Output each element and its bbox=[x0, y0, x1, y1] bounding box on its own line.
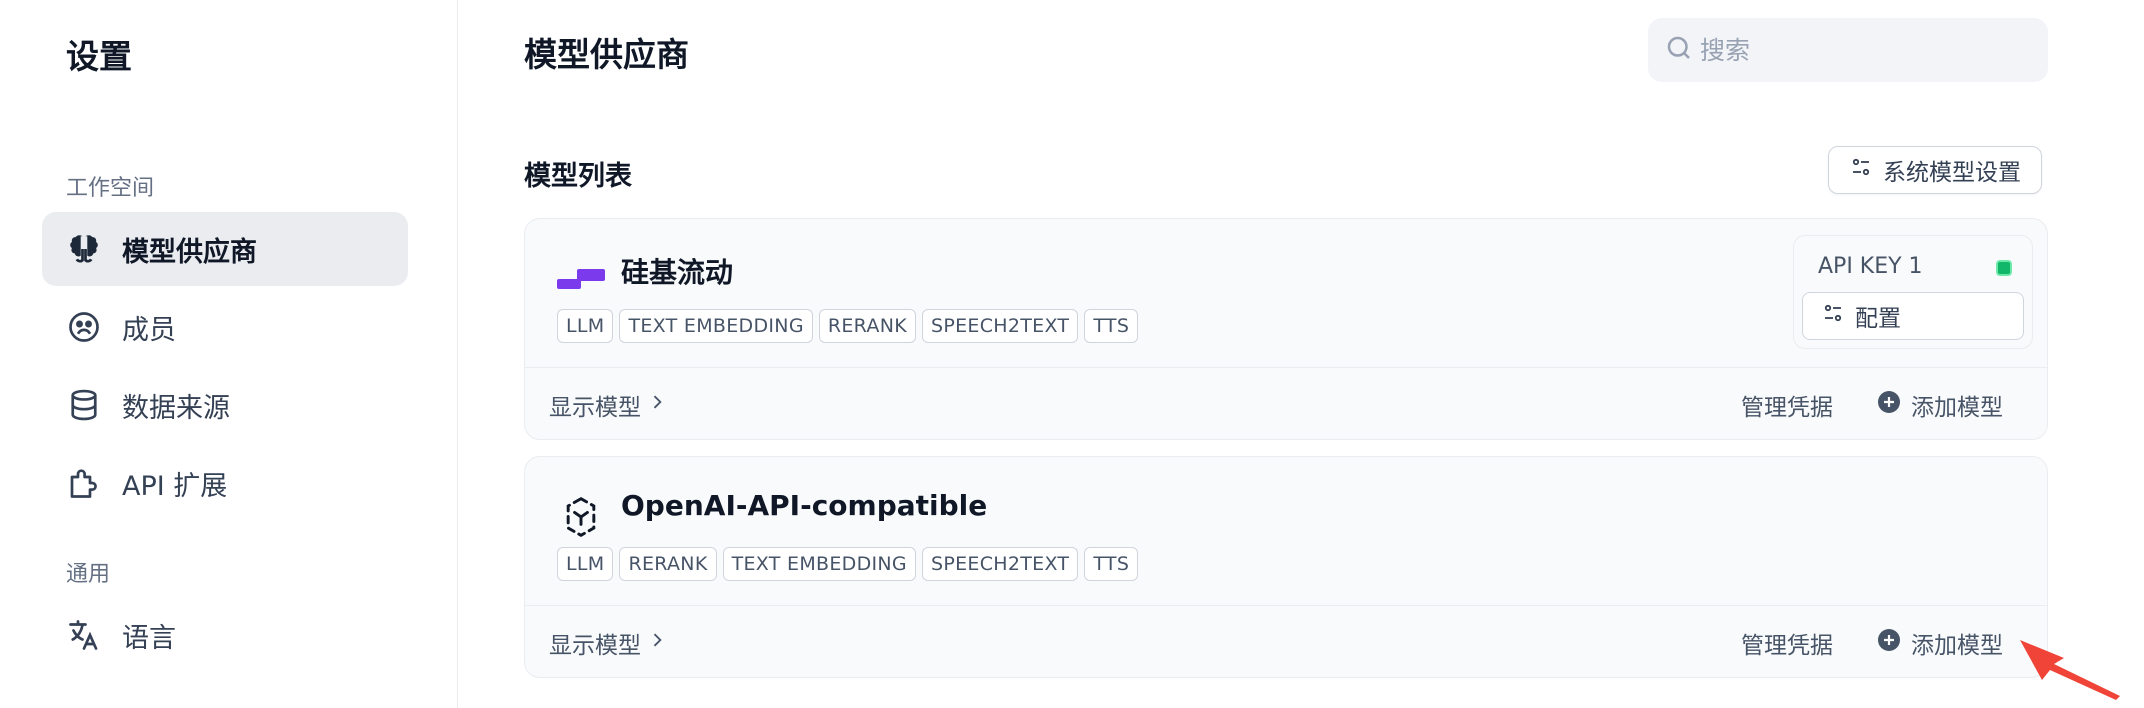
plus-circle-icon bbox=[1877, 628, 1911, 658]
members-icon bbox=[66, 309, 102, 345]
plus-circle-icon bbox=[1877, 390, 1911, 420]
system-model-settings-button[interactable]: 系统模型设置 bbox=[1828, 146, 2042, 194]
sidebar-item-api-extension[interactable]: API 扩展 bbox=[42, 446, 408, 520]
manage-credentials-button[interactable]: 管理凭据 bbox=[1741, 388, 1833, 422]
show-models-label: 显示模型 bbox=[549, 395, 641, 421]
api-key-label: API KEY 1 bbox=[1818, 254, 1923, 279]
openai-compatible-logo-icon bbox=[557, 493, 605, 541]
sidebar-item-label: 数据来源 bbox=[122, 392, 230, 424]
api-key-status-indicator bbox=[1996, 260, 2012, 276]
system-model-settings-label: 系统模型设置 bbox=[1883, 159, 2021, 185]
config-button[interactable]: 配置 bbox=[1802, 292, 2024, 340]
add-model-button[interactable]: 添加模型 bbox=[1877, 626, 2003, 660]
sidebar-item-label: 成员 bbox=[122, 314, 176, 346]
provider-name: 硅基流动 bbox=[621, 256, 734, 289]
model-type-tags: LLM RERANK TEXT EMBEDDING SPEECH2TEXT TT… bbox=[557, 547, 1139, 581]
show-models-link[interactable]: 显示模型 bbox=[549, 388, 667, 422]
add-model-label: 添加模型 bbox=[1911, 633, 2003, 659]
model-type-tag: TTS bbox=[1084, 309, 1139, 343]
chevron-right-icon bbox=[641, 392, 667, 418]
model-type-tag: RERANK bbox=[619, 547, 717, 581]
add-model-button[interactable]: 添加模型 bbox=[1877, 388, 2003, 422]
brain-icon bbox=[66, 231, 102, 267]
settings-sliders-icon bbox=[1821, 301, 1855, 331]
sidebar-item-model-provider[interactable]: 模型供应商 bbox=[42, 212, 408, 286]
settings-sliders-icon bbox=[1849, 155, 1883, 185]
provider-card-openai-compatible: OpenAI-API-compatible LLM RERANK TEXT EM… bbox=[524, 456, 2048, 678]
search-icon bbox=[1664, 33, 1700, 67]
search-box[interactable] bbox=[1648, 18, 2048, 82]
show-models-link[interactable]: 显示模型 bbox=[549, 626, 667, 660]
model-type-tag: TEXT EMBEDDING bbox=[619, 309, 813, 343]
model-list-title: 模型列表 bbox=[524, 161, 632, 192]
model-type-tag: TTS bbox=[1084, 547, 1139, 581]
model-type-tag: TEXT EMBEDDING bbox=[722, 547, 916, 581]
main-content: 模型供应商 模型列表 系统模型设置 硅基流动 LLM TEXT EMBEDDIN… bbox=[458, 0, 2144, 708]
puzzle-icon bbox=[66, 465, 102, 501]
sidebar-item-label: API 扩展 bbox=[122, 470, 228, 502]
sidebar-item-language[interactable]: 语言 bbox=[42, 598, 408, 672]
config-label: 配置 bbox=[1855, 305, 1901, 331]
section-label-general: 通用 bbox=[66, 562, 111, 587]
translate-icon bbox=[66, 617, 102, 653]
manage-credentials-button[interactable]: 管理凭据 bbox=[1741, 626, 1833, 660]
siliconflow-logo-icon bbox=[557, 255, 605, 303]
api-key-panel: API KEY 1 配置 bbox=[1793, 235, 2033, 349]
sidebar-item-data-source[interactable]: 数据来源 bbox=[42, 368, 408, 442]
search-input[interactable] bbox=[1700, 35, 2020, 65]
section-label-workspace: 工作空间 bbox=[66, 176, 155, 201]
model-type-tag: SPEECH2TEXT bbox=[921, 547, 1079, 581]
show-models-label: 显示模型 bbox=[549, 633, 641, 659]
annotation-arrow-icon bbox=[2016, 636, 2126, 702]
model-type-tag: LLM bbox=[557, 547, 614, 581]
database-icon bbox=[66, 387, 102, 423]
sidebar-item-members[interactable]: 成员 bbox=[42, 290, 408, 364]
chevron-right-icon bbox=[641, 630, 667, 656]
model-type-tags: LLM TEXT EMBEDDING RERANK SPEECH2TEXT TT… bbox=[557, 309, 1139, 343]
provider-card-siliconflow: 硅基流动 LLM TEXT EMBEDDING RERANK SPEECH2TE… bbox=[524, 218, 2048, 440]
sidebar-title: 设置 bbox=[66, 37, 132, 76]
model-type-tag: SPEECH2TEXT bbox=[921, 309, 1079, 343]
model-type-tag: RERANK bbox=[818, 309, 916, 343]
sidebar-item-label: 模型供应商 bbox=[122, 236, 257, 268]
sidebar-item-label: 语言 bbox=[122, 622, 176, 654]
settings-sidebar: 设置 工作空间 模型供应商 成员 数据来源 API 扩展 通用 语言 bbox=[0, 0, 458, 708]
page-title: 模型供应商 bbox=[524, 35, 689, 74]
model-type-tag: LLM bbox=[557, 309, 614, 343]
add-model-label: 添加模型 bbox=[1911, 395, 2003, 421]
provider-name: OpenAI-API-compatible bbox=[621, 489, 988, 522]
